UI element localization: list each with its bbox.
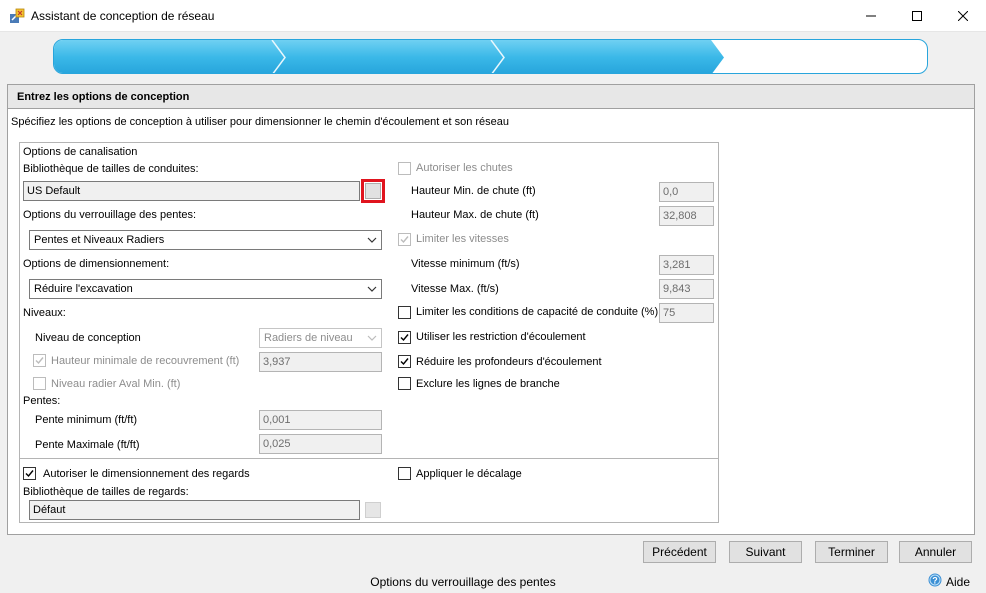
maximize-icon [912,11,922,21]
limit-capacity-label: Limiter les conditions de capacité de co… [416,306,659,318]
panel-description: Spécifiez les options de conception à ut… [11,116,510,128]
reduce-flow-depth-checkbox[interactable] [398,355,411,368]
previous-button[interactable]: Précédent [643,541,716,563]
design-level-value: Radiers de niveau [264,332,353,344]
group-title: Options de canalisation [23,146,138,158]
min-slope-field[interactable]: 0,001 [259,410,382,430]
checkmark-icon [35,357,44,365]
min-velocity-label: Vitesse minimum (ft/s) [411,258,520,270]
wizard-progress-bar [53,39,928,74]
apply-offset-label: Appliquer le décalage [416,468,522,480]
limit-velocity-label: Limiter les vitesses [416,233,509,245]
checkmark-icon [400,358,409,366]
help-link[interactable]: Aide [946,575,970,589]
allow-drops-checkbox[interactable] [398,162,411,175]
limit-velocity-checkbox[interactable] [398,233,411,246]
max-velocity-field[interactable]: 9,843 [659,279,714,299]
exclude-branch-label: Exclure les lignes de branche [416,378,560,390]
sizing-label: Options de dimensionnement: [23,258,170,270]
reduce-flow-depth-label: Réduire les profondeurs d'écoulement [416,356,602,368]
cancel-button[interactable]: Annuler [899,541,972,563]
min-cover-label: Hauteur minimale de recouvrement (ft) [51,355,240,367]
app-icon [9,8,25,24]
slopes-label: Pentes: [23,395,61,407]
title-bar: Assistant de conception de réseau [0,0,986,32]
panel-header: Entrez les options de conception [8,85,974,109]
max-slope-label: Pente Maximale (ft/ft) [35,439,140,451]
close-icon [958,11,968,21]
slope-lock-label: Options du verrouillage des pentes: [23,209,197,221]
manhole-library-label: Bibliothèque de tailles de regards: [23,486,189,498]
help-icon[interactable]: ? [928,573,942,587]
min-drop-field[interactable]: 0,0 [659,182,714,202]
design-level-label: Niveau de conception [35,332,141,344]
slope-lock-value: Pentes et Niveaux Radiers [34,234,165,246]
svg-text:?: ? [932,576,938,586]
pipe-library-field[interactable]: US Default [23,181,360,201]
sizing-dropdown[interactable]: Réduire l'excavation [29,279,382,299]
slope-lock-dropdown[interactable]: Pentes et Niveaux Radiers [29,230,382,250]
sizing-value: Réduire l'excavation [34,283,133,295]
maximize-button[interactable] [894,0,940,32]
pipe-library-browse-button[interactable] [365,183,381,199]
manhole-library-browse-button[interactable] [365,502,381,518]
min-cover-checkbox[interactable] [33,354,46,367]
options-panel: Entrez les options de conception Spécifi… [7,84,975,535]
next-button[interactable]: Suivant [729,541,802,563]
min-velocity-field[interactable]: 3,281 [659,255,714,275]
exclude-branch-checkbox[interactable] [398,377,411,390]
minimize-icon [866,15,876,17]
min-drop-label: Hauteur Min. de chute (ft) [411,185,536,197]
chevron-down-icon [367,286,377,292]
minimize-button[interactable] [848,0,894,32]
levels-label: Niveaux: [23,307,66,319]
checkmark-icon [400,236,409,244]
chevron-down-icon [367,335,377,341]
status-text: Options du verrouillage des pentes [370,575,556,589]
min-downstream-invert-checkbox[interactable] [33,377,46,390]
max-velocity-label: Vitesse Max. (ft/s) [411,283,499,295]
wizard-progress-fill [54,40,724,73]
allow-drops-label: Autoriser les chutes [416,162,513,174]
checkmark-icon [400,334,409,342]
group-divider [19,458,719,459]
checkmark-icon [25,470,34,478]
use-flow-restriction-label: Utiliser les restriction d'écoulement [416,331,586,343]
min-slope-label: Pente minimum (ft/ft) [35,414,138,426]
max-drop-field[interactable]: 32,808 [659,206,714,226]
manhole-library-field[interactable]: Défaut [29,500,360,520]
window-title: Assistant de conception de réseau [31,9,215,23]
max-slope-field[interactable]: 0,025 [259,434,382,454]
finish-button[interactable]: Terminer [815,541,888,563]
min-cover-field[interactable]: 3,937 [259,352,382,372]
apply-offset-checkbox[interactable] [398,467,411,480]
limit-capacity-checkbox[interactable] [398,306,411,319]
limit-capacity-field[interactable]: 75 [659,303,714,323]
min-downstream-invert-label: Niveau radier Aval Min. (ft) [51,378,181,390]
use-flow-restriction-checkbox[interactable] [398,331,411,344]
chevron-down-icon [367,237,377,243]
close-button[interactable] [940,0,986,32]
panel-title: Entrez les options de conception [17,91,190,103]
design-level-dropdown[interactable]: Radiers de niveau [259,328,382,348]
wizard-steps [54,40,724,73]
allow-manhole-sizing-label: Autoriser le dimensionnement des regards [43,468,250,480]
pipe-library-label: Bibliothèque de tailles de conduites: [23,163,199,175]
max-drop-label: Hauteur Max. de chute (ft) [411,209,539,221]
allow-manhole-sizing-checkbox[interactable] [23,467,36,480]
